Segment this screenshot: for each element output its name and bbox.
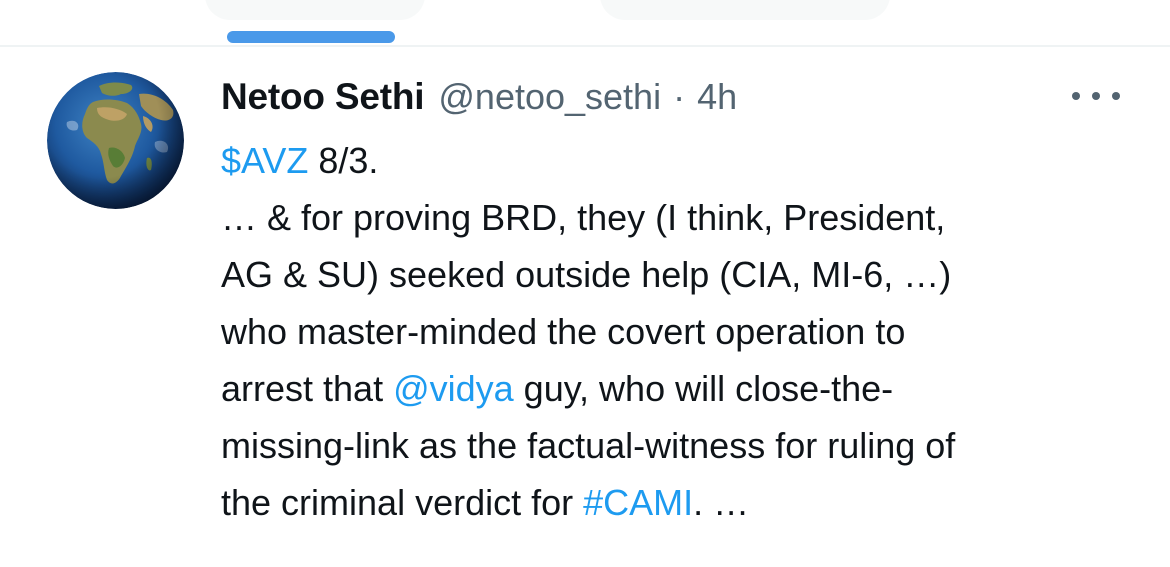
tweet-text-segment: guy, who will close-the- [513, 368, 894, 409]
tweet-line: arrest that @vidya guy, who will close-t… [221, 360, 1121, 417]
tweet-header: Netoo Sethi @netoo_sethi · 4h [221, 76, 737, 120]
tweet-line: $AVZ 8/3. [221, 132, 1121, 189]
cashtag-link[interactable]: $AVZ [221, 140, 308, 181]
divider [0, 45, 1170, 47]
author-handle[interactable]: @netoo_sethi [438, 76, 661, 118]
tweet-line: missing-link as the factual-witness for … [221, 425, 956, 466]
earth-globe-icon [47, 72, 184, 209]
tweet-text-segment: 8/3. [308, 140, 379, 181]
hashtag-link[interactable]: #CAMI [583, 482, 693, 523]
separator-dot: · [673, 76, 686, 117]
tweet-timestamp[interactable]: 4h [697, 76, 737, 118]
tab-background[interactable] [205, 0, 425, 20]
more-options-icon [1112, 92, 1120, 100]
tweet-text: $AVZ 8/3. … & for proving BRD, they (I t… [221, 132, 1121, 531]
more-options-button[interactable] [1072, 86, 1120, 106]
tweet-line: AG & SU) seeked outside help (CIA, MI-6,… [221, 254, 952, 295]
more-options-icon [1072, 92, 1080, 100]
tweet-line: the criminal verdict for #CAMI. … [221, 474, 1121, 531]
tweet-text-segment: arrest that [221, 368, 394, 409]
tweet-text-segment: . … [693, 482, 750, 523]
avatar[interactable] [47, 72, 184, 209]
top-tab-bar [0, 0, 1170, 46]
more-options-icon [1092, 92, 1100, 100]
active-tab-indicator [227, 31, 395, 43]
tab-background[interactable] [600, 0, 890, 20]
tweet-text-segment: the criminal verdict for [221, 482, 584, 523]
tweet-line: who master-minded the covert operation t… [221, 311, 906, 352]
mention-link[interactable]: @vidya [393, 368, 514, 409]
author-display-name[interactable]: Netoo Sethi [221, 76, 425, 118]
tweet-line: … & for proving BRD, they (I think, Pres… [221, 197, 946, 238]
